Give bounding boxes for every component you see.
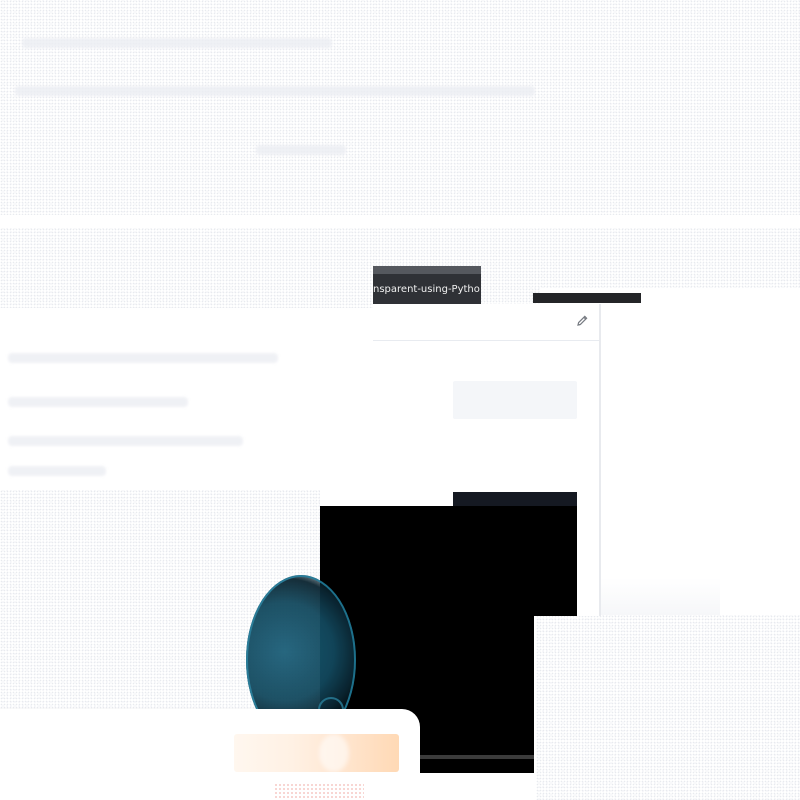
- background-text-line: [8, 466, 106, 476]
- background-text-line: [15, 86, 535, 96]
- screen: nsparent-using-Pytho: [0, 0, 800, 800]
- toolbar-strip: [533, 293, 641, 303]
- browser-tab-label: nsparent-using-Pytho: [373, 284, 480, 295]
- editor-field[interactable]: [453, 381, 577, 419]
- background-text-line: [8, 397, 188, 407]
- background-texture-top: [0, 0, 800, 215]
- pencil-icon[interactable]: [575, 314, 589, 328]
- browser-tab[interactable]: nsparent-using-Pytho: [373, 266, 481, 304]
- editor-header: [373, 304, 599, 341]
- background-text-line: [256, 145, 346, 155]
- thumbnail-card[interactable]: [234, 734, 399, 772]
- background-texture-bottom-right: [536, 615, 800, 800]
- side-gap: [601, 304, 720, 615]
- background-texture-right: [540, 228, 800, 288]
- background-text-line: [8, 436, 243, 446]
- background-text-line: [22, 38, 332, 48]
- video-preview-top: [320, 506, 577, 616]
- background-text-line: [8, 353, 278, 363]
- decorative-texture: [274, 783, 364, 800]
